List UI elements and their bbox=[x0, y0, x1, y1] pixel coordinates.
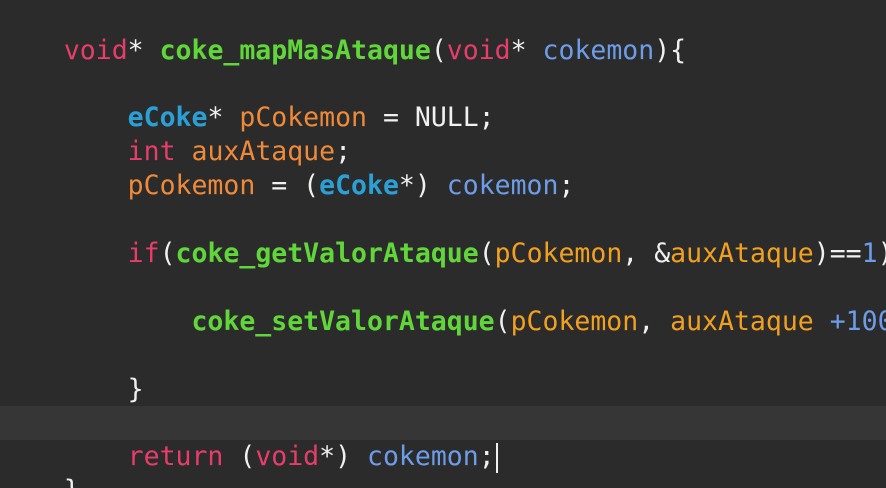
brace-open: ){ bbox=[654, 35, 687, 66]
pointer-token: * bbox=[510, 35, 543, 66]
code-line-1[interactable]: void* coke_mapMasAtaque(void* cokemon){ bbox=[0, 0, 686, 66]
paren-open: ( bbox=[159, 238, 176, 269]
var-pcokemon: pCokemon bbox=[127, 170, 256, 201]
comma: , bbox=[638, 306, 671, 337]
code-line-2[interactable]: eCoke* pCokemon = NULL; bbox=[0, 67, 495, 133]
paren-open: ( bbox=[494, 306, 511, 337]
pointer-token: * bbox=[127, 35, 160, 66]
param-cokemon: cokemon bbox=[542, 35, 655, 66]
function-name: coke_mapMasAtaque bbox=[159, 35, 431, 66]
keyword-void: void bbox=[255, 441, 320, 472]
brace-close: } bbox=[64, 475, 80, 488]
number-literal: 100 bbox=[845, 306, 886, 337]
comma-ampersand: , & bbox=[622, 238, 671, 269]
code-editor[interactable]: void* coke_mapMasAtaque(void* cokemon){ … bbox=[0, 0, 886, 488]
arg-auxataque: auxAtaque bbox=[670, 306, 814, 337]
code-line-6[interactable]: coke_setValorAtaque(pCokemon, auxAtaque … bbox=[0, 271, 886, 337]
paren-open: ( bbox=[430, 35, 447, 66]
arg-pcokemon: pCokemon bbox=[510, 306, 639, 337]
function-call-get: coke_getValorAtaque bbox=[175, 238, 479, 269]
code-line-7[interactable]: } bbox=[0, 339, 144, 405]
keyword-if: if bbox=[127, 238, 160, 269]
paren-open: ( bbox=[478, 238, 495, 269]
type-ecoke: eCoke bbox=[319, 170, 399, 201]
keyword-return: return bbox=[127, 441, 224, 472]
text-cursor bbox=[495, 442, 498, 473]
assign-null: = NULL; bbox=[367, 102, 495, 133]
code-line-4[interactable]: pCokemon = (eCoke*) cokemon; bbox=[0, 135, 575, 201]
param-cokemon: cokemon bbox=[446, 170, 559, 201]
compare-op: )== bbox=[813, 238, 862, 269]
assign-cast-open: = ( bbox=[255, 170, 320, 201]
number-literal: 1 bbox=[861, 238, 878, 269]
function-call-set: coke_setValorAtaque bbox=[191, 306, 495, 337]
param-cokemon: cokemon bbox=[367, 441, 479, 472]
keyword-void-param: void bbox=[446, 35, 511, 66]
cast-open: ( bbox=[223, 441, 256, 472]
arg-auxataque: auxAtaque bbox=[670, 238, 814, 269]
brace-open: ){ bbox=[878, 238, 886, 269]
code-line-3[interactable]: int auxAtaque; bbox=[0, 101, 351, 167]
code-line-5[interactable]: if(coke_getValorAtaque(pCokemon, &auxAta… bbox=[0, 203, 886, 269]
brace-close: } bbox=[127, 374, 144, 405]
semicolon: ; bbox=[558, 170, 575, 201]
code-line-9[interactable]: } bbox=[0, 440, 80, 488]
cast-close: *) bbox=[398, 170, 447, 201]
arg-pcokemon: pCokemon bbox=[494, 238, 623, 269]
plus-op: + bbox=[813, 306, 846, 337]
semicolon: ; bbox=[478, 441, 495, 472]
code-line-8[interactable]: return (void*) cokemon; bbox=[0, 406, 498, 473]
keyword-void: void bbox=[63, 35, 128, 66]
cast-close: *) bbox=[319, 441, 368, 472]
